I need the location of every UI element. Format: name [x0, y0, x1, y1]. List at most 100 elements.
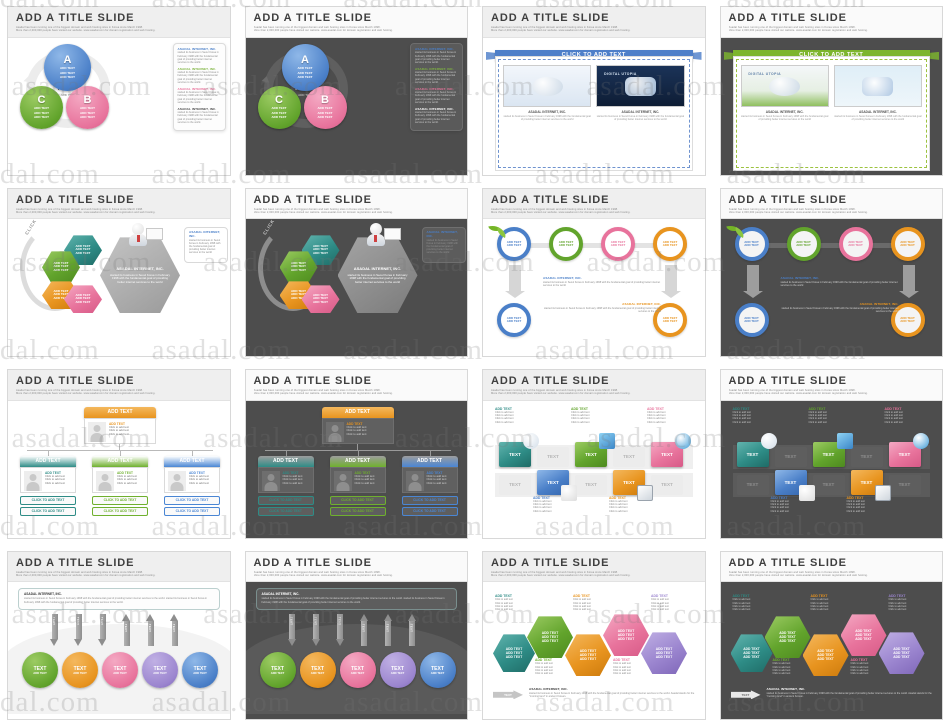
slide-thumbnail-4[interactable]: ADD A TITLE SLIDE Asadal has been running… — [713, 0, 950, 182]
org-branch-button-1-2[interactable]: CLICK TO ADD TEXT — [20, 506, 76, 516]
flow-hexagon-line: ADD TEXT — [743, 655, 760, 660]
slide-thumbnail-11[interactable]: ADD A TITLE SLIDE Asadal has been running… — [475, 363, 713, 545]
tile-label: TEXT — [746, 451, 759, 457]
flow-label-line: Click to add text — [732, 607, 751, 611]
chain-ring-top-4[interactable]: ADD TEXT ADD TEXT — [890, 227, 925, 262]
circle-line: ADD TEXT — [80, 105, 95, 110]
org-branch-button-1-1[interactable]: CLICK TO ADD TEXT — [20, 495, 76, 505]
venn-circle-b[interactable]: B ADD TEXT ADD TEXT ADD TEXT — [303, 85, 347, 129]
circle-letter: A — [301, 53, 309, 66]
org-branch-header-1[interactable]: ADD TEXT — [257, 455, 314, 467]
tile-line: Click to add text — [571, 420, 590, 424]
flow-hexagon-4[interactable]: ADD TEXT ADD TEXT ADD TEXT — [603, 614, 649, 657]
photo-placeholder[interactable]: DIGITAL UTOPIA — [596, 64, 685, 107]
org-branch-header-2[interactable]: ADD TEXT — [92, 455, 148, 467]
chain-ring-bottom-1[interactable]: ADD TEXT ADD TEXT — [734, 303, 769, 338]
slide-thumbnail-12[interactable]: ADD A TITLE SLIDE Asadal has been running… — [713, 363, 950, 545]
tile-placeholder[interactable]: TEXT — [499, 474, 531, 495]
tile-placeholder[interactable]: TEXT — [736, 474, 769, 495]
info-banner: ASADAL INTERNET, INC. started its busines… — [255, 588, 457, 611]
flow-label-line: Click to add text — [573, 607, 591, 611]
chain-ring-top-3[interactable]: ADD TEXT ADD TEXT — [601, 227, 635, 262]
org-branch-button-2-2[interactable]: CLICK TO ADD TEXT — [92, 506, 148, 516]
slide-thumbnail-13[interactable]: ADD A TITLE SLIDE Asadal has been running… — [0, 545, 238, 726]
venn-diagram: TEXTADD TEXTAADD TEXTADD TEXTADD TEXTBAD… — [252, 42, 360, 134]
org-branch-button-3-1[interactable]: CLICK TO ADD TEXT — [401, 495, 458, 505]
page-title: ADD A TITLE SLIDE — [253, 12, 372, 24]
org-branch-button-1-2[interactable]: CLICK TO ADD TEXT — [257, 506, 314, 516]
document-icon — [637, 484, 653, 501]
org-branch-header-3[interactable]: ADD TEXT — [164, 455, 220, 467]
arrow-label: TEXT — [52, 617, 55, 626]
photo-placeholder[interactable] — [833, 64, 922, 107]
chain-ring-top-4[interactable]: ADD TEXT ADD TEXT — [653, 227, 687, 262]
slide-thumbnail-1[interactable]: ADD A TITLE SLIDE Asadal has been running… — [0, 0, 238, 182]
org-branch-button-1-1[interactable]: CLICK TO ADD TEXT — [257, 495, 314, 505]
subtitle-line-2: More than 2,000,000 people have visited … — [16, 210, 156, 214]
circle-2[interactable]: TEXT ADD TEXT — [299, 652, 336, 689]
circle-3[interactable]: TEXT ADD TEXT — [339, 652, 376, 689]
circle-4[interactable]: TEXT ADD TEXT — [379, 652, 416, 689]
slide-thumbnail-8[interactable]: ADD A TITLE SLIDE Asadal has been running… — [713, 182, 950, 364]
tile-placeholder[interactable]: TEXT — [613, 446, 645, 467]
tile-label: TEXT — [784, 454, 797, 460]
tile-label: TEXT — [860, 479, 873, 485]
page-title: ADD A TITLE SLIDE — [728, 193, 847, 206]
org-card-line: Click to add text — [426, 481, 447, 485]
org-branch-button-2-1[interactable]: CLICK TO ADD TEXT — [92, 495, 148, 505]
tile-placeholder[interactable]: TEXT — [651, 474, 683, 495]
venn-circle-a[interactable]: A ADD TEXT ADD TEXT ADD TEXT — [281, 43, 329, 91]
slide-thumbnail-3[interactable]: ADD A TITLE SLIDE Asadal has been running… — [475, 0, 713, 182]
venn-circle-c[interactable]: C ADD TEXT ADD TEXT ADD TEXT — [20, 85, 63, 129]
whiteboard-icon — [146, 228, 163, 241]
slide-header: ADD A TITLE SLIDE Asadal has been running… — [8, 7, 230, 38]
org-branch-button-2-1[interactable]: CLICK TO ADD TEXT — [329, 495, 386, 505]
venn-circle-c[interactable]: C ADD TEXT ADD TEXT ADD TEXT — [257, 85, 301, 129]
circle-5[interactable]: TEXT ADD TEXT — [419, 652, 456, 689]
org-root-header[interactable]: ADD TEXT — [84, 406, 156, 418]
slide-thumbnail-10[interactable]: ADD A TITLE SLIDE Asadal has been running… — [238, 363, 476, 545]
venn-circle-b[interactable]: B ADD TEXT ADD TEXT ADD TEXT — [66, 85, 109, 129]
tile-placeholder[interactable]: TEXT — [850, 446, 883, 467]
slide-thumbnail-9[interactable]: ADD A TITLE SLIDE Asadal has been running… — [0, 363, 238, 545]
tile-placeholder[interactable]: TEXT — [888, 474, 921, 495]
tile-placeholder[interactable]: TEXT — [774, 446, 807, 467]
org-branch-button-3-2[interactable]: CLICK TO ADD TEXT — [164, 506, 220, 516]
org-root-header[interactable]: ADD TEXT — [321, 406, 394, 418]
slide-thumbnail-6[interactable]: ADD A TITLE SLIDE Asadal has been running… — [238, 182, 476, 364]
tile-label: TEXT — [822, 451, 835, 457]
slide-thumbnail-15[interactable]: ADD A TITLE SLIDE Asadal has been running… — [475, 545, 713, 726]
chain-ring-bottom-1[interactable]: ADD TEXT ADD TEXT — [497, 303, 531, 338]
tile-label: TEXT — [585, 482, 597, 488]
person-tie — [136, 235, 140, 243]
chain-ring-top-2[interactable]: ADD TEXT ADD TEXT — [786, 227, 821, 262]
tile-placeholder[interactable]: TEXT — [537, 446, 569, 467]
slide-subtitle: Asadal has been running one of the bigge… — [16, 571, 222, 578]
org-branch-header-2[interactable]: ADD TEXT — [329, 455, 386, 467]
photo-placeholder[interactable]: DIGITAL UTOPIA — [740, 64, 829, 107]
org-button-label: CLICK TO ADD TEXT — [31, 498, 65, 503]
org-branch-button-2-2[interactable]: CLICK TO ADD TEXT — [329, 506, 386, 516]
flow-hexagon-4[interactable]: ADD TEXT ADD TEXT ADD TEXT — [840, 614, 887, 657]
tile-placeholder[interactable]: TEXT — [575, 474, 607, 495]
tile-placeholder[interactable]: TEXT — [812, 474, 845, 495]
chain-ring-top-2[interactable]: ADD TEXT ADD TEXT — [549, 227, 583, 262]
venn-circle-a[interactable]: A ADD TEXT ADD TEXT ADD TEXT — [44, 43, 91, 91]
org-branch-card-3: ADD TEXT Click to add text Click to add te… — [164, 466, 220, 493]
org-branch-header-3[interactable]: ADD TEXT — [401, 455, 458, 467]
org-branch-button-3-1[interactable]: CLICK TO ADD TEXT — [164, 495, 220, 505]
org-card-line: Click to add text — [109, 432, 129, 436]
org-connector-branch — [429, 449, 431, 456]
slide-thumbnail-14[interactable]: ADD A TITLE SLIDE Asadal has been running… — [238, 545, 476, 726]
photo-placeholder[interactable] — [503, 64, 592, 107]
chain-ring-top-3[interactable]: ADD TEXT ADD TEXT — [838, 227, 873, 262]
page-title: ADD A TITLE SLIDE — [16, 375, 135, 387]
org-branch-button-3-2[interactable]: CLICK TO ADD TEXT — [401, 506, 458, 516]
slide-thumbnail-16[interactable]: ADD A TITLE SLIDE Asadal has been running… — [713, 545, 950, 726]
org-branch-header-1[interactable]: ADD TEXT — [20, 455, 76, 467]
org-card-line: Click to add text — [346, 432, 367, 436]
slide-thumbnail-7[interactable]: ADD A TITLE SLIDE Asadal has been running… — [475, 182, 713, 364]
slide-thumbnail-2[interactable]: ADD A TITLE SLIDE Asadal has been running… — [238, 0, 476, 182]
slide-thumbnail-5[interactable]: ADD A TITLE SLIDE Asadal has been running… — [0, 182, 238, 364]
circle-1[interactable]: TEXT ADD TEXT — [259, 652, 296, 689]
